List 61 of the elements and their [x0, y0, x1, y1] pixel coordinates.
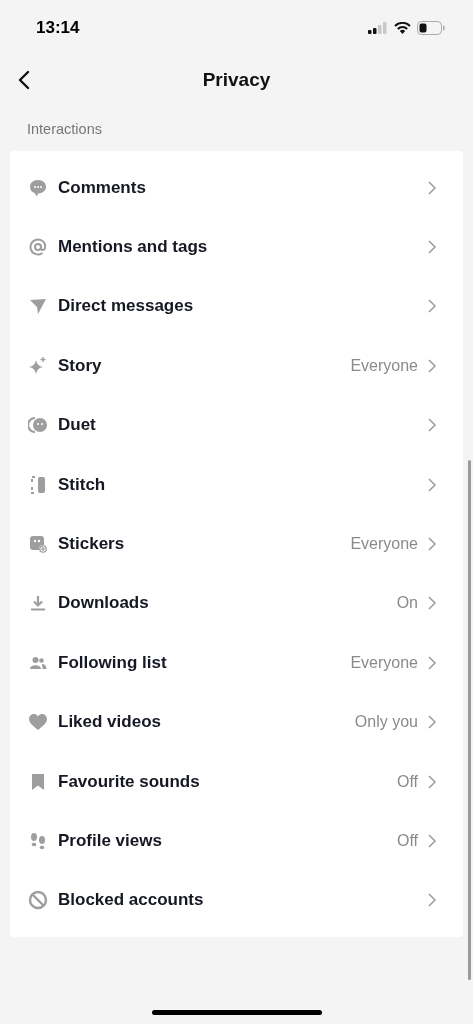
- row-label: Stitch: [58, 474, 107, 495]
- settings-row[interactable]: Stickers Everyone: [10, 514, 463, 574]
- settings-row[interactable]: Profile views Off: [10, 811, 463, 871]
- chevron-icon: [428, 893, 436, 908]
- chevron-icon: [428, 299, 436, 314]
- row-label: Story: [58, 355, 103, 376]
- row-label: Profile views: [58, 831, 163, 851]
- heart-icon: [28, 712, 48, 733]
- duet-icon: [28, 415, 48, 436]
- chevron-icon: [428, 537, 436, 552]
- row-value: On: [396, 594, 418, 613]
- row-label: Following list: [58, 652, 168, 673]
- row-value: Only you: [354, 713, 418, 732]
- speech-bubble-icon: [28, 177, 48, 198]
- chevron-icon: [428, 358, 436, 373]
- row-label: Stickers: [58, 534, 126, 555]
- settings-row[interactable]: Blocked accounts: [10, 870, 463, 931]
- chevron-icon: [428, 418, 436, 433]
- row-value: Everyone: [350, 653, 418, 672]
- row-label: Downloads: [58, 593, 150, 614]
- download-icon: [28, 593, 48, 614]
- chevron-icon: [428, 715, 436, 730]
- at-sign-icon: [28, 237, 48, 258]
- settings-row[interactable]: Comments: [10, 158, 463, 218]
- row-label: Duet: [58, 415, 97, 436]
- settings-row[interactable]: Stitch: [10, 454, 463, 515]
- row-label: Blocked accounts: [58, 890, 205, 911]
- settings-row[interactable]: Favourite sounds Off: [10, 751, 463, 812]
- settings-row[interactable]: Downloads On: [10, 573, 463, 634]
- page-title: Privacy: [202, 69, 271, 91]
- stitch-icon: [28, 474, 48, 495]
- row-label: Favourite sounds: [58, 771, 201, 792]
- row-label: Direct messages: [58, 296, 195, 317]
- wifi-icon: [394, 22, 411, 34]
- chevron-icon: [428, 180, 436, 195]
- footprints-icon: [28, 831, 48, 851]
- settings-row[interactable]: Direct messages: [10, 276, 463, 337]
- blocked-icon: [28, 890, 48, 911]
- settings-row[interactable]: Mentions and tags: [10, 217, 463, 277]
- settings-row[interactable]: Following list Everyone: [10, 633, 463, 693]
- chevron-icon: [428, 834, 436, 848]
- section-heading: Interactions: [26, 120, 103, 139]
- settings-row[interactable]: Duet: [10, 395, 463, 455]
- chevron-icon: [428, 477, 436, 492]
- battery-icon: [417, 21, 445, 35]
- sticker-icon: [28, 534, 48, 555]
- chevron-icon: [428, 655, 436, 670]
- row-label: Comments: [58, 177, 147, 198]
- chevron-icon: [428, 596, 436, 611]
- chevron-icon: [428, 240, 436, 255]
- status-time: 13:14: [36, 18, 80, 38]
- row-value: Off: [396, 832, 418, 850]
- row-value: Everyone: [350, 356, 418, 375]
- chevron-icon: [428, 774, 436, 789]
- settings-row[interactable]: Story Everyone: [10, 336, 463, 396]
- row-label: Mentions and tags: [58, 237, 209, 258]
- settings-row[interactable]: Liked videos Only you: [10, 692, 463, 752]
- signal-icon: [368, 22, 388, 34]
- row-value: Off: [396, 772, 418, 791]
- row-value: Everyone: [350, 535, 418, 554]
- row-label: Liked videos: [58, 712, 162, 733]
